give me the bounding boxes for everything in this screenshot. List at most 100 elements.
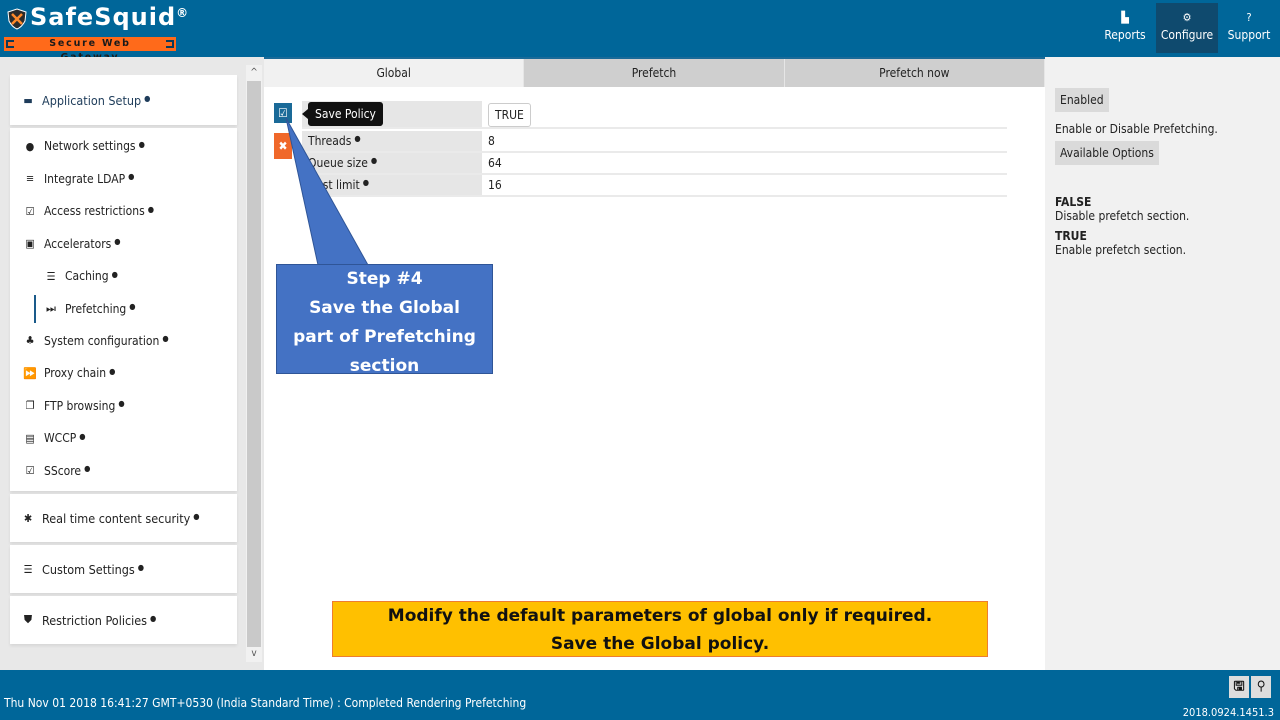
instruction-note: Modify the default parameters of global … (332, 601, 988, 657)
nav-support[interactable]: ? Support (1218, 3, 1280, 53)
scrollbar-thumb[interactable] (247, 81, 261, 647)
sidebar-label: Proxy chain (44, 366, 107, 381)
nav-reports-label: Reports (1104, 28, 1146, 42)
info-icon[interactable]: ● (112, 270, 118, 279)
host-limit-value[interactable]: 16 (482, 175, 1007, 195)
scroll-down-icon[interactable]: v (246, 646, 262, 662)
accelerator-icon: ▣ (25, 237, 35, 251)
tab-bar: Global Prefetch Prefetch now (264, 57, 1045, 87)
check-square-icon: ☑ (25, 204, 35, 218)
info-icon[interactable]: ● (144, 94, 150, 103)
callout-line: part of Prefetching (293, 327, 476, 347)
save-policy-tooltip: Save Policy (302, 102, 383, 126)
info-icon[interactable]: ● (84, 464, 90, 473)
chart-icon: ▙ (1121, 11, 1129, 24)
note-line: Save the Global policy. (550, 634, 770, 654)
help-field-name: Enabled (1055, 88, 1109, 112)
tab-prefetch[interactable]: Prefetch (524, 59, 785, 87)
form-row-host-limit: Host limit ● 16 (302, 175, 1007, 197)
sidebar-label: Access restrictions (44, 204, 145, 219)
nav-reports[interactable]: ▙ Reports (1094, 3, 1156, 53)
info-icon[interactable]: ● (354, 134, 360, 143)
help-options: FALSE Disable prefetch section. TRUE Ena… (1055, 195, 1270, 257)
sidebar-item-wccp[interactable]: ▤ WCCP ● (10, 422, 237, 455)
field-value: TRUE (482, 101, 1007, 127)
sidebar-item-integrate-ldap[interactable]: ≡ Integrate LDAP ● (10, 163, 237, 196)
info-icon[interactable]: ● (193, 512, 199, 521)
scroll-up-icon[interactable]: ^ (246, 65, 262, 81)
sidebar-item-sscore[interactable]: ☑ SScore ● (10, 455, 237, 488)
sidebar-label: Accelerators (44, 236, 112, 251)
check-square-icon: ☑ (25, 464, 35, 478)
sidebar-group-real-time-content-security: ✱ Real time content security ● (10, 494, 237, 542)
option-name: TRUE (1055, 229, 1087, 243)
info-icon[interactable]: ● (129, 302, 135, 311)
info-icon[interactable]: ● (79, 432, 85, 441)
sidebar-item-restriction-policies[interactable]: ⛊ Restriction Policies ● (10, 596, 237, 644)
sidebar-item-caching[interactable]: ☰ Caching ● (10, 260, 237, 293)
safesquid-logo[interactable]: SafeSquid® Secure Web Gateway (4, 3, 188, 63)
sidebar-item-accelerators[interactable]: ▣ Accelerators ● (10, 228, 237, 261)
sidebar-label: WCCP (44, 431, 77, 446)
sidebar-item-real-time-content-security[interactable]: ✱ Real time content security ● (10, 494, 237, 542)
info-icon[interactable]: ● (148, 205, 154, 214)
status-text: Thu Nov 01 2018 16:41:27 GMT+0530 (India… (4, 696, 527, 710)
sidebar-item-access-restrictions[interactable]: ☑ Access restrictions ● (10, 195, 237, 228)
delete-button[interactable]: ✖ (274, 133, 292, 159)
save-config-button[interactable]: 🖫 (1229, 676, 1249, 698)
close-icon: ✖ (278, 139, 288, 153)
field-label: Threads ● (302, 131, 482, 151)
form-row-enabled: Enabled TRUE (302, 101, 1007, 129)
tab-prefetch-now[interactable]: Prefetch now (784, 59, 1045, 87)
sidebar-label: Application Setup (42, 92, 142, 108)
sidebar-scrollbar[interactable]: ^ v (246, 65, 262, 662)
queue-size-value[interactable]: 64 (482, 153, 1007, 173)
nav-configure[interactable]: ⚙ Configure (1156, 3, 1218, 53)
form-row-threads: Threads ● 8 (302, 131, 1007, 153)
info-icon[interactable]: ● (150, 614, 156, 623)
info-icon[interactable]: ● (363, 178, 369, 187)
help-option: FALSE Disable prefetch section. (1055, 195, 1270, 223)
sidebar-group-custom-settings: ☰ Custom Settings ● (10, 545, 237, 593)
nav-support-label: Support (1227, 28, 1271, 42)
sidebar-item-system-configuration[interactable]: ♣ System configuration ● (10, 325, 237, 358)
info-icon[interactable]: ● (138, 563, 144, 572)
sidebar-item-application-setup[interactable]: ▬ Application Setup ● (10, 75, 237, 125)
shield-tools-icon (7, 8, 27, 30)
sidebar-group-subitems: ● Network settings ● ≡ Integrate LDAP ● ☑ Acc… (10, 128, 237, 491)
sidebar-label: Custom Settings (42, 561, 135, 577)
info-icon[interactable]: ● (128, 172, 134, 181)
sidebar-item-custom-settings[interactable]: ☰ Custom Settings ● (10, 545, 237, 593)
gears-icon: ⚙ (1182, 11, 1192, 24)
info-icon[interactable]: ● (371, 156, 377, 165)
top-nav: ▙ Reports ⚙ Configure ? Support (1094, 3, 1280, 53)
version-label: 2018.0924.1451.3 (1182, 706, 1274, 719)
logo-tagline-bar: Secure Web Gateway (4, 37, 176, 63)
note-line: Modify the default parameters of global … (387, 606, 933, 626)
sidebar-label: Network settings (44, 139, 136, 154)
check-square-icon: ☑ (278, 106, 288, 120)
info-icon[interactable]: ● (118, 399, 124, 408)
sidebar-label: Prefetching (65, 301, 127, 316)
sidebar-item-ftp-browsing[interactable]: ❐ FTP browsing ● (10, 390, 237, 423)
threads-value[interactable]: 8 (482, 131, 1007, 151)
save-policy-button[interactable]: ☑ (274, 103, 292, 123)
sidebar-menu: ▬ Application Setup ● ● Network settings ● … (10, 75, 237, 655)
info-icon[interactable]: ● (109, 367, 115, 376)
sidebar-group-application-setup: ▬ Application Setup ● (10, 75, 237, 125)
sidebar-item-proxy-chain[interactable]: ⏩ Proxy chain ● (10, 357, 237, 390)
callout-line: Step #4 (346, 269, 423, 289)
sidebar-label: System configuration (44, 333, 160, 348)
sidebar-item-prefetching[interactable]: ⏭ Prefetching ● (34, 294, 237, 323)
form-row-queue-size: Queue size ● 64 (302, 153, 1007, 175)
info-icon[interactable]: ● (114, 237, 120, 246)
info-icon[interactable]: ● (162, 334, 168, 343)
tab-global[interactable]: Global (264, 59, 525, 87)
option-desc: Disable prefetch section. (1055, 209, 1190, 223)
field-label: Queue size ● (302, 153, 482, 173)
enabled-value-button[interactable]: TRUE (488, 103, 531, 127)
sidebar-item-network-settings[interactable]: ● Network settings ● (10, 130, 237, 163)
info-icon[interactable]: ● (139, 140, 145, 149)
search-button[interactable]: ⚲ (1251, 676, 1271, 698)
bug-icon: ✱ (23, 511, 33, 525)
